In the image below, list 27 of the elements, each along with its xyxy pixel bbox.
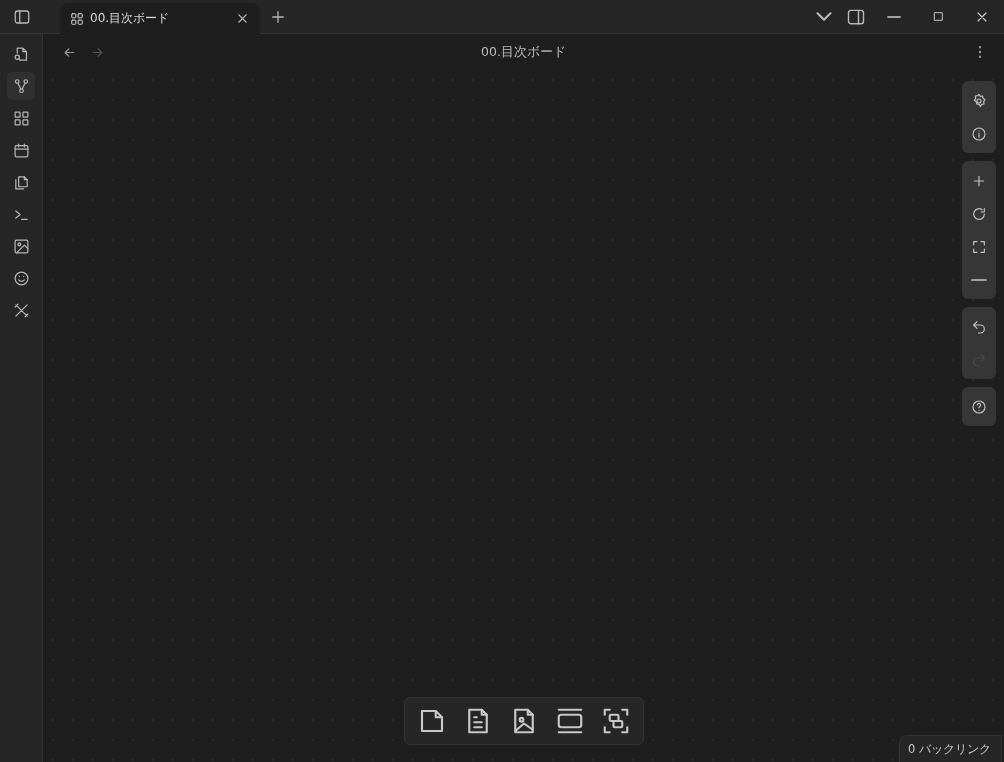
calendar-icon xyxy=(12,141,30,159)
expand-icon xyxy=(971,238,987,255)
info-icon xyxy=(971,125,987,142)
tab[interactable]: 00.目次ボード xyxy=(60,3,260,34)
file-search-icon xyxy=(12,45,30,63)
canvas-icon xyxy=(70,11,84,26)
chevron-down-icon xyxy=(816,12,832,21)
smiley-icon xyxy=(12,269,30,287)
undo-icon xyxy=(971,318,987,335)
image-icon xyxy=(12,237,30,255)
backlinks-count[interactable]: 0 バックリンク xyxy=(899,735,1002,762)
copy-icon xyxy=(12,173,30,191)
settings-icon xyxy=(971,92,987,109)
rotate-icon xyxy=(971,205,987,222)
view-title: 00.目次ボード xyxy=(481,43,566,61)
minimize-icon xyxy=(887,15,901,18)
frame-icon xyxy=(601,706,631,736)
ribbon-button[interactable] xyxy=(7,72,35,100)
graph-icon xyxy=(12,77,30,95)
grid-icon xyxy=(12,109,30,127)
tab-title: 00.目次ボード xyxy=(90,10,171,27)
maximize-icon xyxy=(931,10,945,23)
sidebar-icon xyxy=(13,7,31,26)
tools-icon xyxy=(12,301,30,319)
help-icon xyxy=(971,398,987,415)
minus-icon xyxy=(971,278,987,281)
group-icon xyxy=(555,706,585,736)
